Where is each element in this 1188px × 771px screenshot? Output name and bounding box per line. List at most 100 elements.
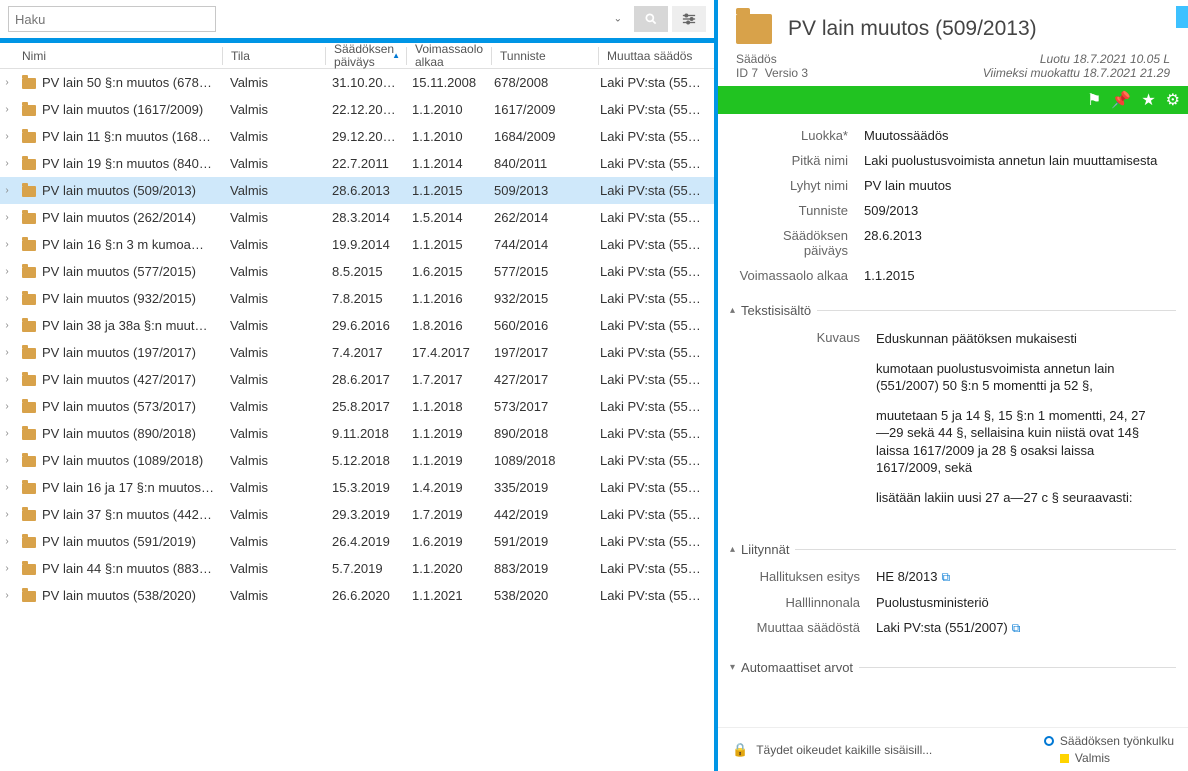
lbl-pitkanimi: Pitkä nimi [738,153,864,168]
expand-icon[interactable]: › [0,455,14,466]
val-muuttaa[interactable]: Laki PV:sta (551/2007) [876,620,1008,635]
table-row[interactable]: ›PV lain 16 §:n 3 m kumoaminen (7...Valm… [0,231,714,258]
col-name[interactable]: Nimi [14,49,222,63]
search-input[interactable] [8,6,216,32]
expand-icon[interactable]: › [0,293,14,304]
table-row[interactable]: ›PV lain muutos (197/2017)Valmis7.4.2017… [0,339,714,366]
external-link-icon[interactable]: ⧉ [1012,621,1021,635]
expand-icon[interactable]: › [0,185,14,196]
versio-label: Versio 3 [765,66,808,80]
gear-icon[interactable]: ⚙ [1166,90,1180,110]
row-voimassa: 1.1.2018 [404,399,486,414]
pin-icon[interactable]: 📌 [1111,90,1131,110]
expand-icon[interactable]: › [0,374,14,385]
folder-icon [736,14,772,44]
star-icon[interactable]: ★ [1141,90,1155,110]
expand-icon[interactable]: › [0,104,14,115]
type-label: Säädös [736,52,777,66]
id-label: ID 7 [736,66,758,80]
table-row[interactable]: ›PV lain muutos (577/2015)Valmis8.5.2015… [0,258,714,285]
folder-icon [22,537,36,548]
expand-icon[interactable]: › [0,536,14,547]
row-tunniste: 538/2020 [486,588,592,603]
expand-icon[interactable]: › [0,77,14,88]
row-voimassa: 1.7.2017 [404,372,486,387]
table-row[interactable]: ›PV lain 38 ja 38a §:n muutos (560/2...V… [0,312,714,339]
expand-icon[interactable]: › [0,239,14,250]
row-paivays: 5.7.2019 [324,561,404,576]
table-row[interactable]: ›PV lain muutos (1089/2018)Valmis5.12.20… [0,447,714,474]
table-row[interactable]: ›PV lain muutos (591/2019)Valmis26.4.201… [0,528,714,555]
table-row[interactable]: ›PV lain 11 §:n muutos (1684/2009)Valmis… [0,123,714,150]
lock-icon: 🔒 [732,742,748,758]
table-row[interactable]: ›PV lain muutos (890/2018)Valmis9.11.201… [0,420,714,447]
table-row[interactable]: ›PV lain muutos (509/2013)Valmis28.6.201… [0,177,714,204]
row-name: PV lain muutos (890/2018) [42,426,196,441]
row-muuttaa: Laki PV:sta (551/20 [592,129,714,144]
row-tunniste: 262/2014 [486,210,592,225]
table-row[interactable]: ›PV lain 37 §:n muutos (442/2019)Valmis2… [0,501,714,528]
col-muuttaa[interactable]: Muuttaa säädös [599,49,714,63]
expand-icon[interactable]: › [0,266,14,277]
caret-up-icon: ▴ [730,544,735,555]
expand-icon[interactable]: › [0,131,14,142]
expand-icon[interactable]: › [0,428,14,439]
lbl-muuttaa: Muuttaa säädöstä [750,620,876,636]
search-button[interactable] [634,6,668,32]
flag-icon[interactable]: ⚑ [1087,90,1101,110]
lbl-hallituksen: Hallituksen esitys [750,569,876,585]
table-row[interactable]: ›PV lain 16 ja 17 §:n muutos (335/20...V… [0,474,714,501]
workflow-name[interactable]: Säädöksen työnkulku [1060,734,1174,748]
row-voimassa: 1.1.2010 [404,129,486,144]
expand-icon[interactable]: › [0,401,14,412]
table-row[interactable]: ›PV lain muutos (427/2017)Valmis28.6.201… [0,366,714,393]
row-name: PV lain 16 ja 17 §:n muutos (335/20... [42,480,222,495]
folder-icon [22,564,36,575]
row-name: PV lain muutos (197/2017) [42,345,196,360]
val-lyhytnimi: PV lain muutos [864,178,1168,193]
row-tila: Valmis [222,183,324,198]
expand-icon[interactable]: › [0,158,14,169]
table-row[interactable]: ›PV lain muutos (573/2017)Valmis25.8.201… [0,393,714,420]
col-paivays[interactable]: Säädöksen päiväys [326,42,406,68]
table-row[interactable]: ›PV lain muutos (932/2015)Valmis7.8.2015… [0,285,714,312]
table-row[interactable]: ›PV lain muutos (1617/2009)Valmis22.12.2… [0,96,714,123]
section-automaattiset[interactable]: ▾ Automaattiset arvot [730,660,1176,675]
expand-icon[interactable]: › [0,563,14,574]
section-tekstisisalto[interactable]: ▴ Tekstisisältö [730,303,1176,318]
val-hallituksen[interactable]: HE 8/2013 [876,569,937,584]
expand-icon[interactable]: › [0,509,14,520]
row-tunniste: 560/2016 [486,318,592,333]
row-muuttaa: Laki PV:sta (551/20 [592,399,714,414]
external-link-icon[interactable]: ⧉ [941,570,950,584]
row-muuttaa: Laki PV:sta (551/20 [592,183,714,198]
table-row[interactable]: ›PV lain muutos (262/2014)Valmis28.3.201… [0,204,714,231]
row-name: PV lain 16 §:n 3 m kumoaminen (7... [42,237,222,252]
row-name: PV lain 44 §:n muutos (883/2019) [42,561,222,576]
col-tila[interactable]: Tila [223,49,325,63]
section-liitynnat[interactable]: ▴ Liitynnät [730,542,1176,557]
table-row[interactable]: ›PV lain 44 §:n muutos (883/2019)Valmis5… [0,555,714,582]
expand-icon[interactable]: › [0,482,14,493]
expand-icon[interactable]: › [0,347,14,358]
filter-button[interactable] [672,6,706,32]
table-row[interactable]: ›PV lain 19 §:n muutos (840/2011)Valmis2… [0,150,714,177]
row-tila: Valmis [222,453,324,468]
val-hallinnonala: Puolustusministeriö [876,595,1156,610]
row-name: PV lain muutos (591/2019) [42,534,196,549]
table-row[interactable]: ›PV lain 50 §:n muutos (678/2008)Valmis3… [0,69,714,96]
expand-icon[interactable]: › [0,590,14,601]
row-paivays: 28.6.2017 [324,372,404,387]
row-tunniste: 744/2014 [486,237,592,252]
table-row[interactable]: ›PV lain muutos (538/2020)Valmis26.6.202… [0,582,714,609]
row-muuttaa: Laki PV:sta (551/20 [592,210,714,225]
val-tunniste: 509/2013 [864,203,1168,218]
val-kuvaus: Eduskunnan päätöksen mukaisesti kumotaan… [876,330,1156,518]
row-tila: Valmis [222,264,324,279]
col-tunniste[interactable]: Tunniste [492,49,598,63]
row-tila: Valmis [222,75,324,90]
expand-icon[interactable]: › [0,212,14,223]
col-voimassa[interactable]: Voimassaolo alkaa [407,42,491,68]
chat-tab-icon[interactable] [1176,6,1188,28]
expand-icon[interactable]: › [0,320,14,331]
